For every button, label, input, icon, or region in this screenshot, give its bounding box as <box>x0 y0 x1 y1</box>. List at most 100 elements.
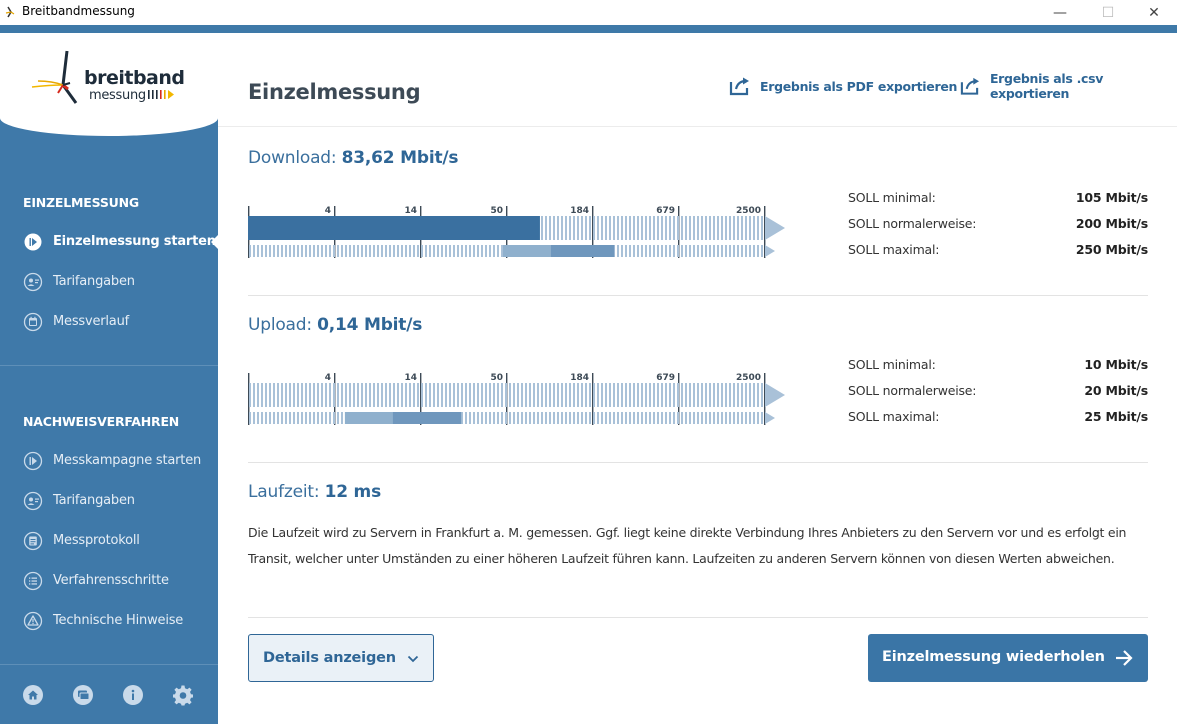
gauge-stripe <box>469 383 471 407</box>
gauge-stripe <box>697 383 699 407</box>
gauge-stripe <box>521 383 523 407</box>
info-icon[interactable] <box>122 684 144 706</box>
gauge-stripe <box>617 412 619 424</box>
settings-icon[interactable] <box>172 684 194 706</box>
gauge-stripe <box>445 383 447 407</box>
gauge-stripe <box>701 412 703 424</box>
chat-icon[interactable] <box>72 684 94 706</box>
gauge-stripe <box>661 383 663 407</box>
upload-gauge: 4 14 50 184 679 2500 <box>248 373 785 425</box>
gauge-tick-label: 184 <box>570 373 589 383</box>
gauge-stripe <box>473 383 475 407</box>
sidebar-item-label: Messverlauf <box>53 314 129 329</box>
gauge-stripe <box>717 245 719 257</box>
sidebar-item-einzelmessung-starten[interactable]: Einzelmessung starten <box>0 229 218 255</box>
gauge-stripe <box>541 216 543 240</box>
soll-normal-value: 20 Mbit/s <box>1084 383 1148 398</box>
gauge-stripe <box>757 216 759 240</box>
gauge-stripe <box>593 216 595 240</box>
latency-value: 12 ms <box>324 482 382 502</box>
gauge-tick-label: 50 <box>490 373 503 383</box>
gauge-arrow-small <box>765 412 775 424</box>
gauge-stripe <box>701 216 703 240</box>
gauge-stripe <box>749 216 751 240</box>
export-csv-button[interactable]: Ergebnis als .csv exportieren <box>960 71 1177 101</box>
gauge-stripe <box>757 245 759 257</box>
maximize-button[interactable]: ☐ <box>1085 0 1131 25</box>
gauge-stripe <box>605 412 607 424</box>
gauge-stripe <box>553 383 555 407</box>
gauge-stripe <box>561 216 563 240</box>
gauge-stripe <box>741 412 743 424</box>
download-soll-max: SOLL maximal: 250 Mbit/s <box>848 242 1148 260</box>
gauge-stripe <box>521 412 523 424</box>
logo-text: breitband <box>84 67 185 89</box>
gauge-tick-label: 679 <box>656 373 675 383</box>
export-csv-label: Ergebnis als .csv exportieren <box>989 71 1104 101</box>
gauge-stripe <box>345 383 347 407</box>
gauge-tick-label: 4 <box>325 206 331 216</box>
sidebar-item-verfahrensschritte[interactable]: Verfahrensschritte <box>0 568 218 594</box>
latency-description-line: Die Laufzeit wird zu Servern in Frankfur… <box>248 525 1127 540</box>
gauge-stripe <box>313 245 315 257</box>
gauge-stripe <box>701 383 703 407</box>
gauge-stripe <box>461 245 463 257</box>
gauge-stripe <box>597 383 599 407</box>
close-button[interactable]: ✕ <box>1131 0 1177 25</box>
gauge-stripe <box>645 383 647 407</box>
gauge-stripe <box>753 383 755 407</box>
download-gauge: 4 14 50 184 679 2500 <box>248 206 785 258</box>
gauge-stripe <box>273 383 275 407</box>
gauge-stripe <box>537 412 539 424</box>
gauge-stripe <box>337 412 339 424</box>
upload-soll-max: SOLL maximal: 25 Mbit/s <box>848 409 1148 427</box>
export-pdf-button[interactable]: Ergebnis als PDF exportieren <box>729 76 957 96</box>
sidebar-item-technische-hinweise[interactable]: Technische Hinweise <box>0 608 218 634</box>
gauge-stripe <box>713 216 715 240</box>
gauge-stripe <box>281 383 283 407</box>
gauge-stripe <box>253 412 255 424</box>
gauge-stripe <box>673 412 675 424</box>
sidebar-item-tarifangaben-nachweis[interactable]: Tarifangaben <box>0 488 218 514</box>
gauge-stripe <box>397 383 399 407</box>
gauge-stripe <box>641 383 643 407</box>
sidebar-divider <box>0 365 218 366</box>
gauge-stripe <box>413 383 415 407</box>
gauge-stripe <box>685 216 687 240</box>
details-button-label: Details anzeigen <box>263 650 396 666</box>
gauge-stripe <box>753 216 755 240</box>
sidebar-item-messverlauf[interactable]: Messverlauf <box>0 309 218 335</box>
gauge-stripe <box>705 245 707 257</box>
gauge-stripe <box>381 383 383 407</box>
gauge-stripe <box>437 383 439 407</box>
gauge-stripe <box>657 383 659 407</box>
download-soll-min: SOLL minimal: 105 Mbit/s <box>848 190 1148 208</box>
gauge-stripe <box>601 216 603 240</box>
gauge-stripe <box>733 412 735 424</box>
gauge-stripe <box>569 383 571 407</box>
sidebar-item-messprotokoll[interactable]: Messprotokoll <box>0 528 218 554</box>
gauge-stripe <box>509 412 511 424</box>
gauge-stripe <box>333 245 335 257</box>
sidebar-item-tarifangaben[interactable]: Tarifangaben <box>0 269 218 295</box>
sidebar-item-messkampagne-starten[interactable]: Messkampagne starten <box>0 448 218 474</box>
home-icon[interactable] <box>22 684 44 706</box>
gauge-stripe <box>497 245 499 257</box>
gauge-stripe <box>673 216 675 240</box>
gauge-stripe <box>497 412 499 424</box>
gauge-stripe <box>269 245 271 257</box>
upload-label: Upload: <box>248 315 312 335</box>
minimize-button[interactable]: — <box>1037 0 1083 25</box>
details-button[interactable]: Details anzeigen <box>248 634 434 682</box>
gauge-stripe <box>585 412 587 424</box>
page-title: Einzelmessung <box>248 80 421 104</box>
download-value: 83,62 Mbit/s <box>341 148 459 168</box>
gauge-stripe <box>633 216 635 240</box>
gauge-measured-bar <box>248 216 540 240</box>
gauge-stripe <box>297 412 299 424</box>
gauge-stripe <box>581 383 583 407</box>
gauge-stripe <box>601 383 603 407</box>
gauge-stripe <box>645 412 647 424</box>
repeat-measurement-button[interactable]: Einzelmessung wiederholen <box>868 634 1148 682</box>
gauge-stripe <box>301 412 303 424</box>
